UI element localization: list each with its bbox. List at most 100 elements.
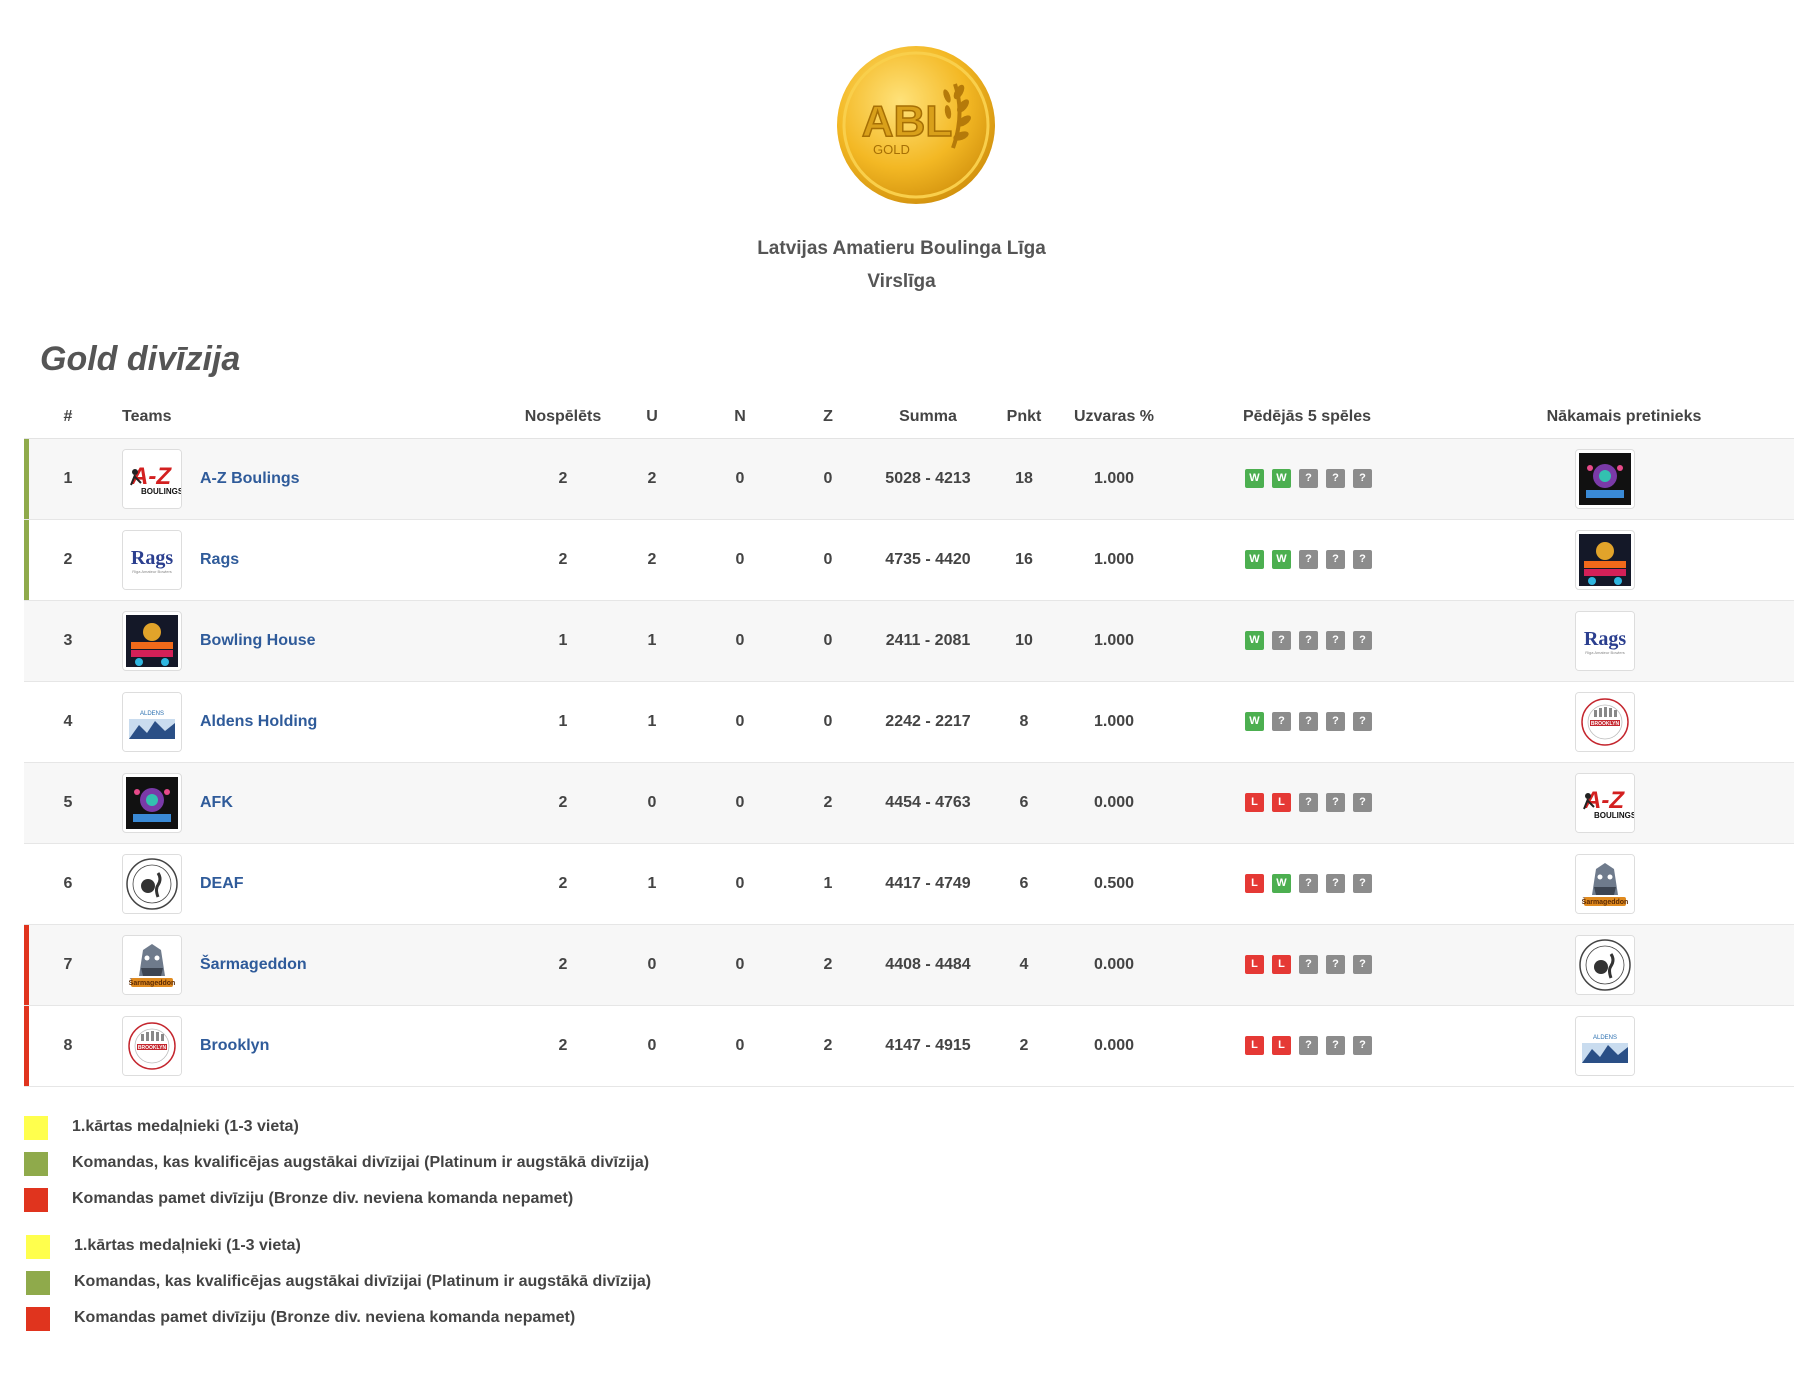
row-status-marker bbox=[24, 1006, 29, 1086]
svg-text:ALDENS: ALDENS bbox=[140, 711, 164, 717]
next-opponent-logo-az[interactable]: A-Z BOULINGS bbox=[1575, 773, 1635, 833]
win-badge[interactable]: W bbox=[1272, 469, 1291, 488]
svg-text:BOULINGS: BOULINGS bbox=[1594, 811, 1634, 820]
loss-badge[interactable]: L bbox=[1272, 955, 1291, 974]
win-badge[interactable]: W bbox=[1245, 550, 1264, 569]
loss-badge[interactable]: L bbox=[1272, 1036, 1291, 1055]
team-name-link[interactable]: Rags bbox=[200, 551, 239, 569]
next-opponent-logo-bowling[interactable] bbox=[1575, 530, 1635, 590]
unplayed-badge[interactable]: ? bbox=[1353, 712, 1372, 731]
team-name-link[interactable]: Brooklyn bbox=[200, 1037, 269, 1055]
header-z[interactable]: Z bbox=[823, 408, 833, 426]
win-pct-cell: 1.000 bbox=[1093, 632, 1135, 649]
wins-cell: 0 bbox=[647, 956, 657, 973]
svg-text:Šarmageddon: Šarmageddon bbox=[1582, 897, 1629, 906]
legend-swatch bbox=[26, 1235, 50, 1259]
header-rank[interactable]: # bbox=[64, 408, 73, 426]
unplayed-badge[interactable]: ? bbox=[1353, 469, 1372, 488]
unplayed-badge[interactable]: ? bbox=[1299, 793, 1318, 812]
team-logo-rags[interactable]: Rags Riga Amateur Bowlers bbox=[122, 530, 182, 590]
draws-cell: 0 bbox=[735, 713, 745, 730]
losses-cell: 0 bbox=[823, 713, 833, 730]
win-badge[interactable]: W bbox=[1245, 469, 1264, 488]
unplayed-badge[interactable]: ? bbox=[1326, 550, 1345, 569]
unplayed-badge[interactable]: ? bbox=[1299, 1036, 1318, 1055]
unplayed-badge[interactable]: ? bbox=[1272, 712, 1291, 731]
team-name-link[interactable]: Bowling House bbox=[200, 632, 316, 650]
next-opponent-logo-rags[interactable]: Rags Riga Amateur Bowlers bbox=[1575, 611, 1635, 671]
header-summa[interactable]: Summa bbox=[899, 408, 957, 426]
header-played[interactable]: Nospēlēts bbox=[525, 408, 601, 426]
team-name-link[interactable]: A-Z Boulings bbox=[200, 470, 300, 488]
rank-cell: 1 bbox=[63, 470, 73, 487]
win-badge[interactable]: W bbox=[1272, 874, 1291, 893]
unplayed-badge[interactable]: ? bbox=[1326, 793, 1345, 812]
loss-badge[interactable]: L bbox=[1245, 955, 1264, 974]
team-logo-brooklyn[interactable]: BROOKLYN bbox=[122, 1016, 182, 1076]
win-badge[interactable]: W bbox=[1272, 550, 1291, 569]
abl-gold-logo[interactable]: ABL GOLD bbox=[835, 44, 997, 206]
unplayed-badge[interactable]: ? bbox=[1326, 712, 1345, 731]
loss-badge[interactable]: L bbox=[1245, 874, 1264, 893]
legend-label: 1.kārtas medaļnieki (1-3 vieta) bbox=[74, 1237, 301, 1254]
win-pct-cell: 0.000 bbox=[1093, 794, 1135, 811]
unplayed-badge[interactable]: ? bbox=[1299, 955, 1318, 974]
unplayed-badge[interactable]: ? bbox=[1353, 550, 1372, 569]
unplayed-badge[interactable]: ? bbox=[1353, 955, 1372, 974]
unplayed-badge[interactable]: ? bbox=[1353, 631, 1372, 650]
unplayed-badge[interactable]: ? bbox=[1299, 631, 1318, 650]
team-logo-az[interactable]: A-Z BOULINGS bbox=[122, 449, 182, 509]
unplayed-badge[interactable]: ? bbox=[1353, 1036, 1372, 1055]
score-sum-cell: 4408 - 4484 bbox=[885, 956, 971, 973]
next-opponent-logo-aldens[interactable]: ALDENS bbox=[1575, 1016, 1635, 1076]
unplayed-badge[interactable]: ? bbox=[1326, 955, 1345, 974]
draws-cell: 0 bbox=[735, 956, 745, 973]
loss-badge[interactable]: L bbox=[1272, 793, 1291, 812]
draws-cell: 0 bbox=[735, 1037, 745, 1054]
header-win-pct[interactable]: Uzvaras % bbox=[1074, 408, 1154, 426]
next-opponent-logo-deaf[interactable] bbox=[1575, 935, 1635, 995]
svg-text:Šarmageddon: Šarmageddon bbox=[129, 978, 176, 987]
svg-text:Rags: Rags bbox=[1584, 628, 1626, 650]
unplayed-badge[interactable]: ? bbox=[1326, 1036, 1345, 1055]
team-name-link[interactable]: DEAF bbox=[200, 875, 244, 893]
team-name-link[interactable]: Aldens Holding bbox=[200, 713, 317, 731]
played-cell: 2 bbox=[558, 794, 568, 811]
svg-text:Riga Amateur Bowlers: Riga Amateur Bowlers bbox=[1585, 650, 1625, 655]
next-opponent-logo-sarm[interactable]: Šarmageddon bbox=[1575, 854, 1635, 914]
unplayed-badge[interactable]: ? bbox=[1299, 712, 1318, 731]
team-logo-deaf[interactable] bbox=[122, 854, 182, 914]
unplayed-badge[interactable]: ? bbox=[1326, 631, 1345, 650]
next-opponent-logo-brooklyn[interactable]: BROOKLYN bbox=[1575, 692, 1635, 752]
wins-cell: 2 bbox=[647, 551, 657, 568]
win-badge[interactable]: W bbox=[1245, 712, 1264, 731]
unplayed-badge[interactable]: ? bbox=[1299, 550, 1318, 569]
win-pct-cell: 1.000 bbox=[1093, 713, 1135, 730]
team-logo-bowling[interactable] bbox=[122, 611, 182, 671]
header-n[interactable]: N bbox=[734, 408, 746, 426]
unplayed-badge[interactable]: ? bbox=[1299, 469, 1318, 488]
points-cell: 6 bbox=[1019, 794, 1029, 811]
team-logo-aldens[interactable]: ALDENS bbox=[122, 692, 182, 752]
points-cell: 16 bbox=[1015, 551, 1033, 568]
points-cell: 10 bbox=[1015, 632, 1033, 649]
team-logo-sarm[interactable]: Šarmageddon bbox=[122, 935, 182, 995]
unplayed-badge[interactable]: ? bbox=[1299, 874, 1318, 893]
unplayed-badge[interactable]: ? bbox=[1326, 874, 1345, 893]
unplayed-badge[interactable]: ? bbox=[1353, 874, 1372, 893]
team-name-link[interactable]: Šarmageddon bbox=[200, 956, 307, 974]
unplayed-badge[interactable]: ? bbox=[1272, 631, 1291, 650]
team-logo-afk[interactable] bbox=[122, 773, 182, 833]
header-pnkt[interactable]: Pnkt bbox=[1007, 408, 1042, 426]
loss-badge[interactable]: L bbox=[1245, 1036, 1264, 1055]
unplayed-badge[interactable]: ? bbox=[1353, 793, 1372, 812]
header-u[interactable]: U bbox=[646, 408, 658, 426]
unplayed-badge[interactable]: ? bbox=[1326, 469, 1345, 488]
league-header: ABL GOLD Latvijas Amatieru Boulinga Līga… bbox=[0, 0, 1803, 300]
loss-badge[interactable]: L bbox=[1245, 793, 1264, 812]
header-teams[interactable]: Teams bbox=[122, 408, 172, 426]
win-badge[interactable]: W bbox=[1245, 631, 1264, 650]
next-opponent-logo-afk[interactable] bbox=[1575, 449, 1635, 509]
team-name-link[interactable]: AFK bbox=[200, 794, 233, 812]
points-cell: 2 bbox=[1019, 1037, 1029, 1054]
